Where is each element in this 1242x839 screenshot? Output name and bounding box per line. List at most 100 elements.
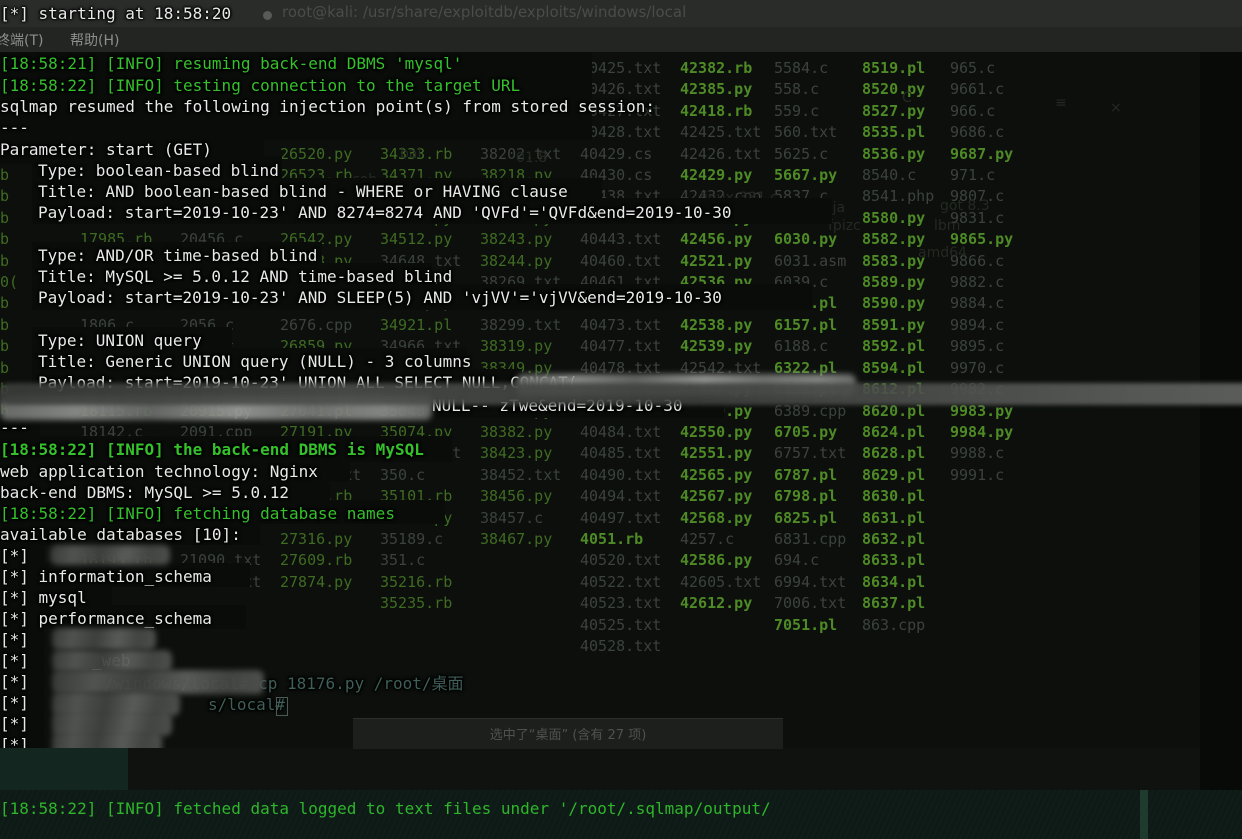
file-listing-column: 42382.rb 42385.py 42418.rb 42425.txt 42426.t…	[680, 58, 774, 657]
file-name: 42456.py	[680, 230, 753, 249]
file-name: 694.c	[774, 551, 820, 570]
file-name: 6705.py	[774, 422, 838, 441]
file-name: 9661.c	[950, 80, 1005, 99]
file-name: 38202.txt	[480, 144, 562, 163]
file-name: 6994.txt	[774, 572, 847, 591]
text-backing-plate	[0, 668, 44, 690]
file-listing-column: 5584.c 558.c 559.c 560.txt 5625.c 5667.py 5837…	[774, 58, 862, 657]
file-name: 8535.pl	[862, 123, 926, 142]
text-backing-plate	[0, 710, 44, 732]
file-name: 8541.php	[862, 187, 935, 206]
file-name: 5625.c	[774, 144, 829, 163]
file-name: 27316.py	[280, 529, 353, 548]
file-name: 7006.txt	[774, 594, 847, 613]
file-name: 5584.c	[774, 59, 829, 77]
file-name: 27874.py	[280, 572, 353, 591]
horizontal-scrollbar[interactable]	[0, 0, 1242, 790]
file-name: 9866.c	[950, 251, 1005, 270]
file-name: 6787.pl	[774, 465, 838, 484]
file-name: 8540.c	[862, 166, 917, 185]
file-name: 42425.txt	[680, 123, 762, 142]
window-icon	[263, 11, 272, 20]
file-name: 38467.py	[480, 529, 553, 548]
file-name: 40429.cs	[580, 144, 653, 163]
file-name: 350.c	[380, 465, 426, 484]
file-name: 6825.pl	[774, 508, 838, 527]
file-name: 6157.pl	[774, 315, 838, 334]
file-name: 40494.txt	[580, 487, 662, 506]
file-name: 9894.c	[950, 315, 1005, 334]
file-name: 8583.py	[862, 251, 926, 270]
file-name: 42586.py	[680, 551, 753, 570]
file-name: 35216.rb	[380, 572, 453, 591]
file-name: 40428.txt	[580, 123, 662, 142]
file-name: 42567.py	[680, 487, 753, 506]
file-name: 971.c	[950, 166, 996, 185]
file-name: 965.c	[950, 59, 996, 77]
file-name: 42550.py	[680, 422, 753, 441]
redaction-box	[52, 670, 264, 694]
window-titlebar[interactable]: root@kali: /usr/share/exploitdb/exploits…	[0, 0, 1242, 27]
file-name: 38299.txt	[480, 315, 562, 334]
file-name: 42565.py	[680, 465, 753, 484]
menu-item-terminal[interactable]: 终端(T)	[0, 30, 43, 50]
file-name: 8590.py	[862, 294, 926, 313]
file-name: 8536.py	[862, 144, 926, 163]
file-name: 4051.rb	[580, 529, 644, 548]
file-name: 34921.pl	[380, 315, 453, 334]
file-name: 9882.c	[950, 273, 1005, 292]
scrollbar-thumb[interactable]	[0, 383, 1242, 405]
file-name: 9988.c	[950, 444, 1005, 463]
file-name: 40426.txt	[580, 80, 662, 99]
file-name: 9686.c	[950, 123, 1005, 142]
file-name: 42429.py	[680, 166, 753, 185]
file-name: 9970.c	[950, 358, 1005, 377]
file-name: 40523.txt	[580, 594, 662, 613]
redaction-box	[52, 650, 172, 672]
file-manager-statusbar: 选中了“桌面” (含有 27 项)	[353, 718, 783, 749]
file-name: 8630.pl	[862, 487, 926, 506]
file-name: 40427.txt	[580, 101, 662, 120]
file-name: 42418.rb	[680, 101, 753, 120]
lower-window-panel	[128, 748, 1200, 790]
text-backing-plate	[0, 689, 44, 711]
file-name: 6757.txt	[774, 444, 847, 463]
file-name: 8580.py	[862, 208, 926, 227]
file-name: 9687.py	[950, 144, 1014, 163]
file-name: 42539.py	[680, 337, 753, 356]
file-name: 558.c	[774, 80, 820, 99]
text-backing-plate	[32, 198, 832, 224]
bottom-status-text: [18:58:22] [INFO] fetched data logged to…	[0, 799, 771, 818]
file-name: 8634.pl	[862, 572, 926, 591]
file-name: 9865.py	[950, 230, 1014, 249]
text-backing-plate	[0, 48, 592, 140]
redaction-box	[52, 628, 156, 650]
text-backing-plate	[0, 626, 44, 648]
file-name: 8527.py	[862, 101, 926, 120]
file-name: 38457.c	[480, 508, 544, 527]
file-name: 6031.asm	[774, 251, 847, 270]
file-name: 8631.pl	[862, 508, 926, 527]
file-name: 38244.py	[480, 251, 553, 270]
file-listing-column: 8519.pl 8520.py 8527.py 8535.pl 8536.py 8540.…	[862, 58, 950, 657]
file-name: 35189.c	[380, 529, 444, 548]
file-name: 8637.pl	[862, 594, 926, 613]
file-name: 559.c	[774, 101, 820, 120]
file-name: 9895.c	[950, 337, 1005, 356]
file-name: 40528.txt	[580, 636, 662, 655]
menu-item-help[interactable]: 帮助(H)	[70, 30, 119, 50]
file-name: 2676.cpp	[280, 315, 353, 334]
file-name: 42521.py	[680, 251, 753, 270]
file-name: 38456.py	[480, 487, 553, 506]
bottom-accent-block	[1140, 790, 1148, 839]
file-name: 8589.py	[862, 273, 926, 292]
file-name: 6188.c	[774, 337, 829, 356]
file-name: 5667.py	[774, 166, 838, 185]
file-name: 42551.py	[680, 444, 753, 463]
file-name: 38243.py	[480, 230, 553, 249]
file-name: 38423.py	[480, 444, 553, 463]
left-window-tab[interactable]	[0, 748, 128, 790]
file-listing-column: 965.c 9661.c 966.c 9686.c 9687.py 971.c 9807.c…	[950, 58, 1038, 657]
file-name: 6798.pl	[774, 487, 838, 506]
window-menubar[interactable]: 终端(T) 帮助(H)	[0, 27, 1242, 52]
